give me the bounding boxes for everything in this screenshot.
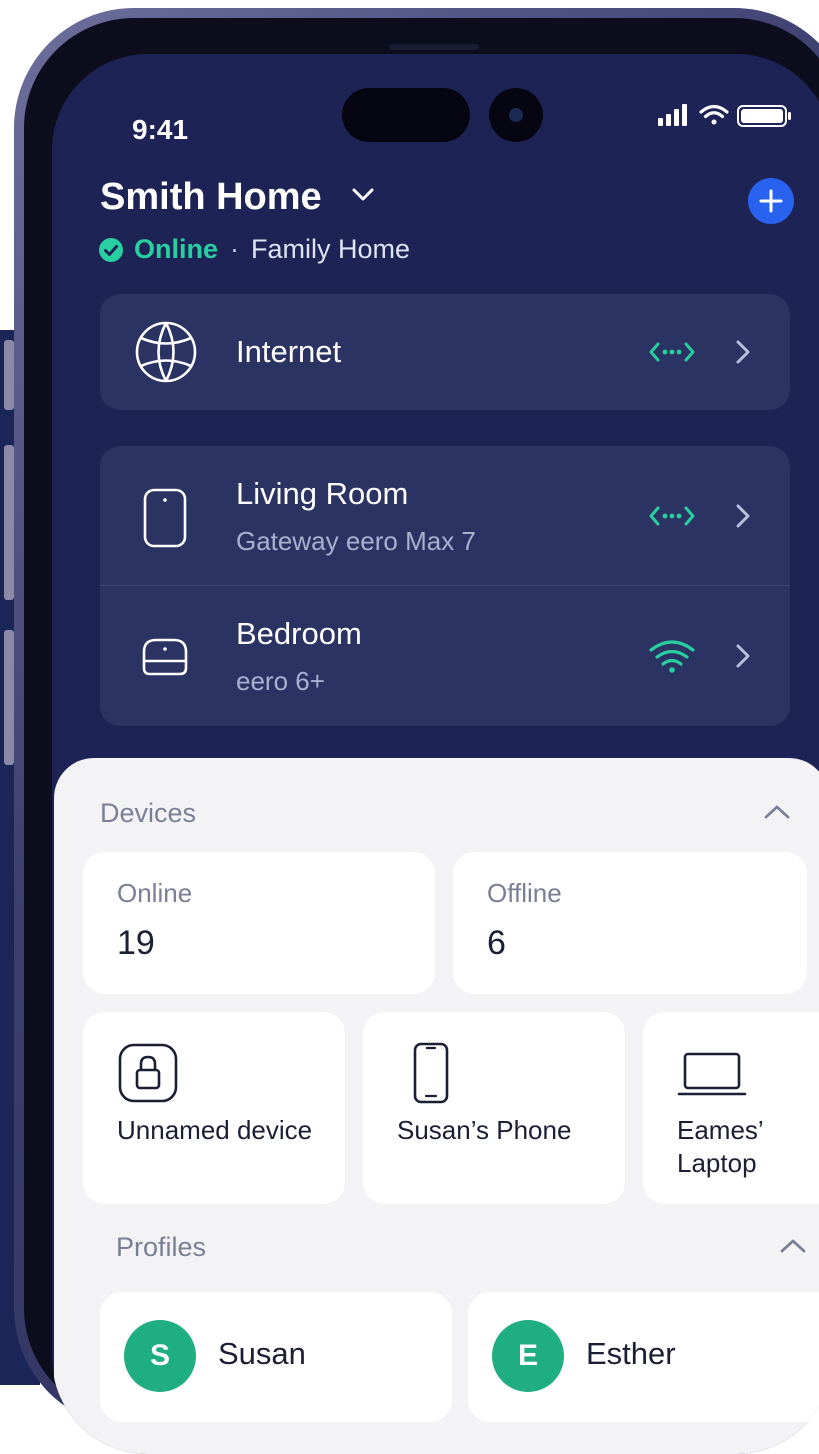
avatar: E [492,1320,564,1392]
dynamic-island [342,88,470,142]
offline-label: Offline [487,878,562,908]
wifi-signal-icon [649,640,695,673]
offline-devices-card[interactable]: Offline 6 [453,852,807,994]
separator: · [230,234,240,264]
profile-name: Esther [586,1336,676,1371]
online-devices-card[interactable]: Online 19 [83,852,435,994]
chevron-right-icon [736,340,750,364]
front-camera [489,88,543,142]
eero-nodes-list: Living Room Gateway eero Max 7 Bedroom e… [100,446,790,726]
wifi-status-icon [699,104,729,125]
device-card-unnamed[interactable]: Unnamed device [83,1012,345,1204]
node-name: Bedroom [236,616,362,651]
node-row-bedroom[interactable]: Bedroom eero 6+ [100,586,790,726]
node-row-living-room[interactable]: Living Room Gateway eero Max 7 [100,446,790,586]
node-model: eero 6+ [236,666,325,696]
device-card-susans-phone[interactable]: Susan’s Phone [363,1012,625,1204]
chevron-right-icon [736,504,750,528]
devices-section-title: Devices [100,798,197,828]
lock-icon [118,1043,178,1103]
phone-frame: 9:41 Smith Home Online · Family Home Int… [14,8,819,1454]
eero-max-icon [143,488,187,548]
plus-icon [759,189,783,213]
phone-bezel: 9:41 Smith Home Online · Family Home Int… [24,18,819,1454]
device-name: Unnamed device [117,1115,313,1145]
silent-switch [4,340,14,410]
laptop-icon [677,1052,747,1096]
network-type: Family Home [251,234,411,264]
connection-dots-icon [649,342,695,362]
app-screen: 9:41 Smith Home Online · Family Home Int… [52,54,819,1454]
internet-label: Internet [236,334,342,369]
device-card-eames-laptop[interactable]: Eames’ Laptop [643,1012,819,1204]
device-name: Susan’s Phone [397,1115,572,1145]
cellular-signal-icon [658,104,687,126]
internet-row[interactable]: Internet [100,294,790,410]
node-model: Gateway eero Max 7 [236,526,476,556]
chevron-up-icon[interactable] [762,802,792,822]
chevron-up-icon[interactable] [778,1236,808,1256]
device-name: Eames’ Laptop [677,1115,763,1178]
profile-name: Susan [218,1336,306,1371]
status-time: 9:41 [132,114,189,145]
add-button[interactable] [748,178,794,224]
volume-up-button [4,445,14,600]
offline-count: 6 [487,924,506,962]
online-status: Online [134,234,219,264]
connection-dots-icon [649,506,695,526]
globe-icon [135,321,197,383]
chevron-down-icon[interactable] [350,184,376,204]
eero-6-icon [142,638,188,676]
network-name[interactable]: Smith Home [100,176,322,219]
profile-card-esther[interactable]: E Esther [468,1292,819,1422]
phone-icon [413,1042,449,1104]
online-count: 19 [117,924,155,962]
avatar: S [124,1320,196,1392]
volume-down-button [4,630,14,765]
profile-card-susan[interactable]: S Susan [100,1292,452,1422]
network-status: Online · Family Home [98,234,410,265]
speaker-grille [389,44,479,50]
node-name: Living Room [236,476,409,511]
check-circle-icon [99,237,123,262]
online-label: Online [117,878,193,908]
profiles-section-title: Profiles [116,1232,207,1262]
chevron-right-icon [736,644,750,668]
bottom-sheet: Devices Online 19 Offline 6 Unnamed devi… [54,758,819,1454]
status-icons [658,104,791,127]
battery-icon [737,105,791,127]
